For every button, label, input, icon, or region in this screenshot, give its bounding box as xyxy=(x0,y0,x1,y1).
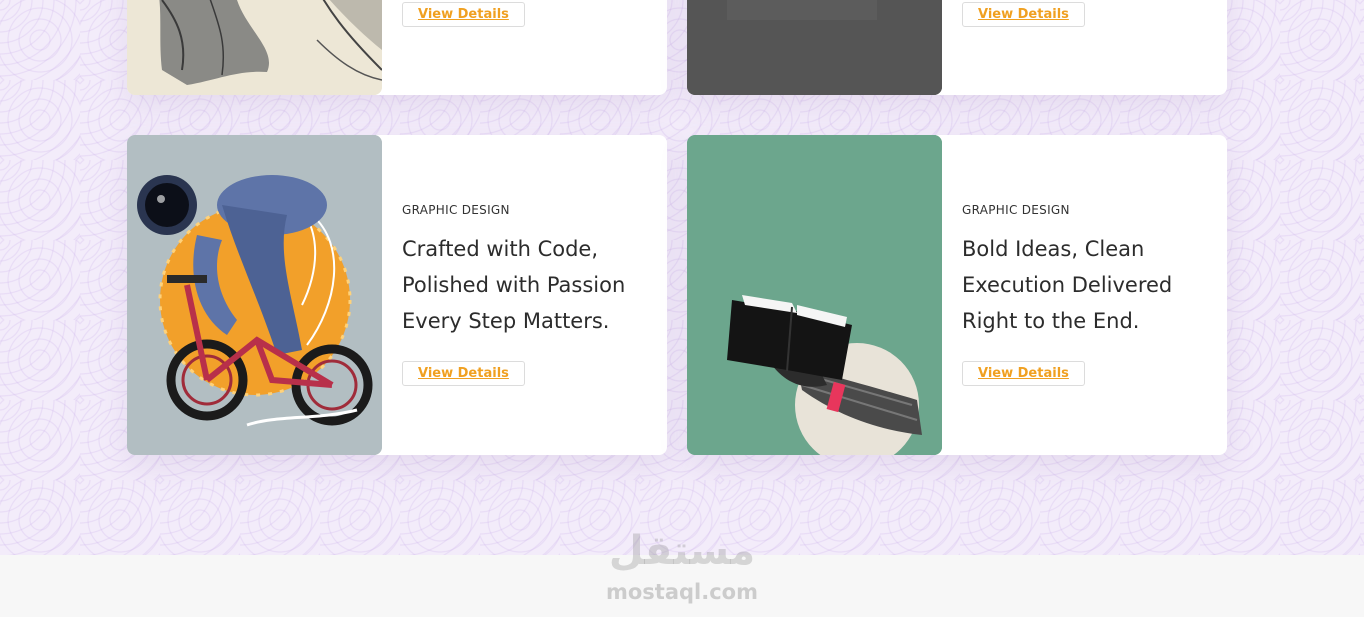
mostaql-logo-arabic: مستقل xyxy=(608,528,756,574)
card-body: View Details xyxy=(942,0,1227,95)
card-body: View Details xyxy=(382,0,667,95)
project-thumbnail[interactable] xyxy=(127,0,382,95)
view-details-button[interactable]: View Details xyxy=(402,361,525,386)
card-body: GRAPHIC DESIGN Bold Ideas, Clean Executi… xyxy=(942,135,1227,455)
project-card-2[interactable]: View Details xyxy=(687,0,1227,95)
dark-gray-image xyxy=(687,0,942,95)
card-title: Crafted with Code, Polished with Passion… xyxy=(402,237,626,333)
hand-holding-book-collage xyxy=(687,135,942,455)
project-thumbnail[interactable] xyxy=(687,0,942,95)
view-details-button[interactable]: View Details xyxy=(402,2,525,27)
card-category: GRAPHIC DESIGN xyxy=(402,203,510,217)
astronaut-bicycle-illustration xyxy=(127,135,382,455)
project-card-1[interactable]: View Details xyxy=(127,0,667,95)
project-thumbnail[interactable] xyxy=(687,135,942,455)
project-card-3[interactable]: GRAPHIC DESIGN Crafted with Code, Polish… xyxy=(127,135,667,455)
mostaql-logo-latin: mostaql.com xyxy=(606,580,758,604)
card-category: GRAPHIC DESIGN xyxy=(962,203,1070,217)
card-title: Bold Ideas, Clean Execution Delivered Ri… xyxy=(962,237,1173,333)
project-thumbnail[interactable] xyxy=(127,135,382,455)
card-body: GRAPHIC DESIGN Crafted with Code, Polish… xyxy=(382,135,667,455)
view-details-button[interactable]: View Details xyxy=(962,2,1085,27)
project-card-4[interactable]: GRAPHIC DESIGN Bold Ideas, Clean Executi… xyxy=(687,135,1227,455)
hand-sketch-image xyxy=(127,0,382,95)
view-details-button[interactable]: View Details xyxy=(962,361,1085,386)
